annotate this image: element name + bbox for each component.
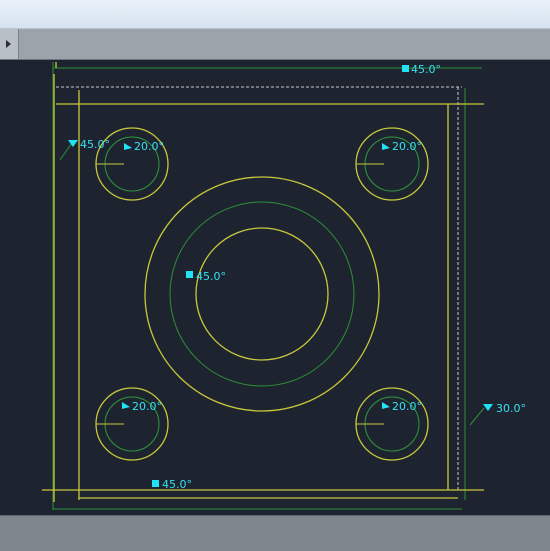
grip-hole-bottom-right[interactable] xyxy=(382,402,390,409)
dim-bottom-chamfer[interactable]: 45.0° xyxy=(162,478,192,491)
dim-hole-bottom-right[interactable]: 20.0° xyxy=(392,400,422,413)
dim-hole-top-right[interactable]: 20.0° xyxy=(392,140,422,153)
grip-hole-top-left[interactable] xyxy=(124,143,132,150)
ribbon-tab-toggle[interactable] xyxy=(0,29,19,59)
dim-center-bore[interactable]: 45.0° xyxy=(196,270,226,283)
grip-hole-bottom-left[interactable] xyxy=(122,402,130,409)
grip-right-edge[interactable] xyxy=(483,404,493,411)
drawing-viewport[interactable]: 45.0° 45.0° 20.0° 20.0° 45.0° 20.0° 20.0… xyxy=(0,60,550,515)
grip-hole-top-right[interactable] xyxy=(382,143,390,150)
construction-lines xyxy=(52,62,485,510)
grip-center-bore[interactable] xyxy=(186,271,193,278)
leader-right xyxy=(469,407,485,426)
dim-hole-top-left[interactable]: 20.0° xyxy=(134,140,164,153)
ribbon-toolbar xyxy=(0,29,550,60)
window-title-bar xyxy=(0,0,550,29)
cad-drawing[interactable]: 45.0° 45.0° 20.0° 20.0° 45.0° 20.0° 20.0… xyxy=(0,60,550,515)
dim-hole-bottom-left[interactable]: 20.0° xyxy=(132,400,162,413)
grip-top-chamfer[interactable] xyxy=(402,65,409,72)
dim-top-left-chamfer[interactable]: 45.0° xyxy=(80,138,110,151)
status-bar xyxy=(0,515,550,551)
center-construction-circle xyxy=(169,201,355,387)
grip-bottom-chamfer[interactable] xyxy=(152,480,159,487)
chevron-right-icon xyxy=(6,40,11,48)
dimension-annotations[interactable]: 45.0° 45.0° 20.0° 20.0° 45.0° 20.0° 20.0… xyxy=(68,63,526,491)
dim-right-edge[interactable]: 30.0° xyxy=(496,402,526,415)
dim-top-chamfer[interactable]: 45.0° xyxy=(411,63,441,76)
center-bore-circle xyxy=(195,227,329,361)
center-outer-circle xyxy=(144,176,380,412)
